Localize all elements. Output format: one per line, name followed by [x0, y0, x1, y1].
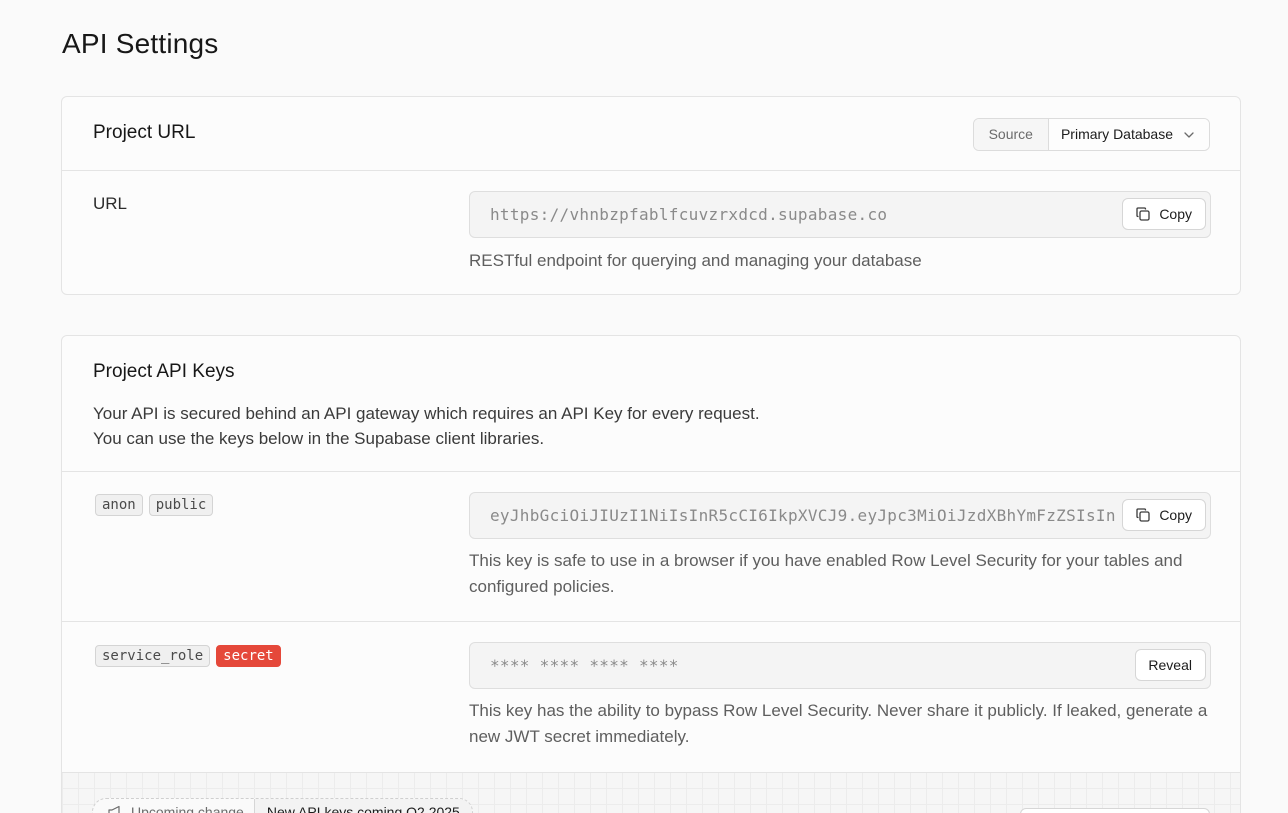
tag-public: public — [148, 494, 214, 516]
copy-url-label: Copy — [1159, 206, 1192, 222]
url-field[interactable]: https://vhnbzpfablfcuvzrxdcd.supabase.co… — [469, 191, 1211, 238]
copy-url-button[interactable]: Copy — [1122, 198, 1206, 230]
copy-anon-key-button[interactable]: Copy — [1122, 499, 1206, 531]
service-key-help: This key has the ability to bypass Row L… — [469, 701, 1208, 746]
source-label: Source — [973, 119, 1049, 150]
megaphone-icon — [108, 805, 120, 813]
reveal-service-key-button[interactable]: Reveal — [1135, 649, 1206, 681]
project-url-title: Project URL — [93, 122, 196, 143]
divider — [62, 621, 1240, 622]
copy-anon-key-label: Copy — [1159, 507, 1192, 523]
reveal-label: Reveal — [1148, 657, 1192, 673]
project-url-header: Project URL Source Primary Database — [62, 97, 1240, 171]
api-keys-card: Project API Keys Your API is secured beh… — [61, 335, 1241, 813]
copy-icon — [1136, 508, 1150, 522]
source-dropdown[interactable]: Primary Database — [1048, 119, 1209, 150]
api-keys-description: Your API is secured behind an API gatewa… — [93, 401, 760, 451]
tag-service-role: service_role — [95, 645, 211, 667]
page-title: API Settings — [62, 28, 219, 59]
divider — [62, 471, 1240, 472]
footer-action-button[interactable] — [1020, 808, 1210, 813]
upcoming-change-notice[interactable]: Upcoming change New API keys coming Q2 2… — [92, 798, 473, 813]
url-help: RESTful endpoint for querying and managi… — [469, 251, 922, 270]
tag-secret: secret — [216, 645, 281, 667]
notice-right-label: New API keys coming Q2 2025 — [254, 799, 472, 813]
copy-icon — [1136, 207, 1150, 221]
service-key-field[interactable]: **** **** **** **** Reveal — [469, 642, 1211, 689]
url-label: URL — [93, 194, 128, 213]
chevron-down-icon — [1184, 131, 1194, 138]
api-keys-title: Project API Keys — [93, 361, 235, 382]
anon-key-field[interactable]: eyJhbGciOiJIUzI1NiIsInR5cCI6IkpXVCJ9.eyJ… — [469, 492, 1211, 539]
service-key-value: **** **** **** **** — [490, 656, 679, 675]
api-keys-footer: Upcoming change New API keys coming Q2 2… — [62, 772, 1240, 813]
service-key-tags: service_role secret — [95, 645, 281, 667]
project-url-card: Project URL Source Primary Database URL … — [61, 96, 1241, 295]
description-line-2: You can use the keys below in the Supaba… — [93, 429, 545, 448]
tag-anon: anon — [95, 494, 143, 516]
source-value: Primary Database — [1060, 126, 1173, 142]
notice-left-label: Upcoming change — [131, 804, 244, 813]
anon-key-help: This key is safe to use in a browser if … — [469, 551, 1183, 596]
divider — [62, 772, 1240, 773]
url-value: https://vhnbzpfablfcuvzrxdcd.supabase.co — [490, 205, 888, 224]
anon-key-value: eyJhbGciOiJIUzI1NiIsInR5cCI6IkpXVCJ9.eyJ… — [490, 506, 1210, 525]
anon-key-tags: anon public — [95, 494, 214, 516]
source-selector: Source Primary Database — [972, 118, 1210, 151]
description-line-1: Your API is secured behind an API gatewa… — [93, 404, 760, 423]
notice-left: Upcoming change — [93, 799, 255, 813]
